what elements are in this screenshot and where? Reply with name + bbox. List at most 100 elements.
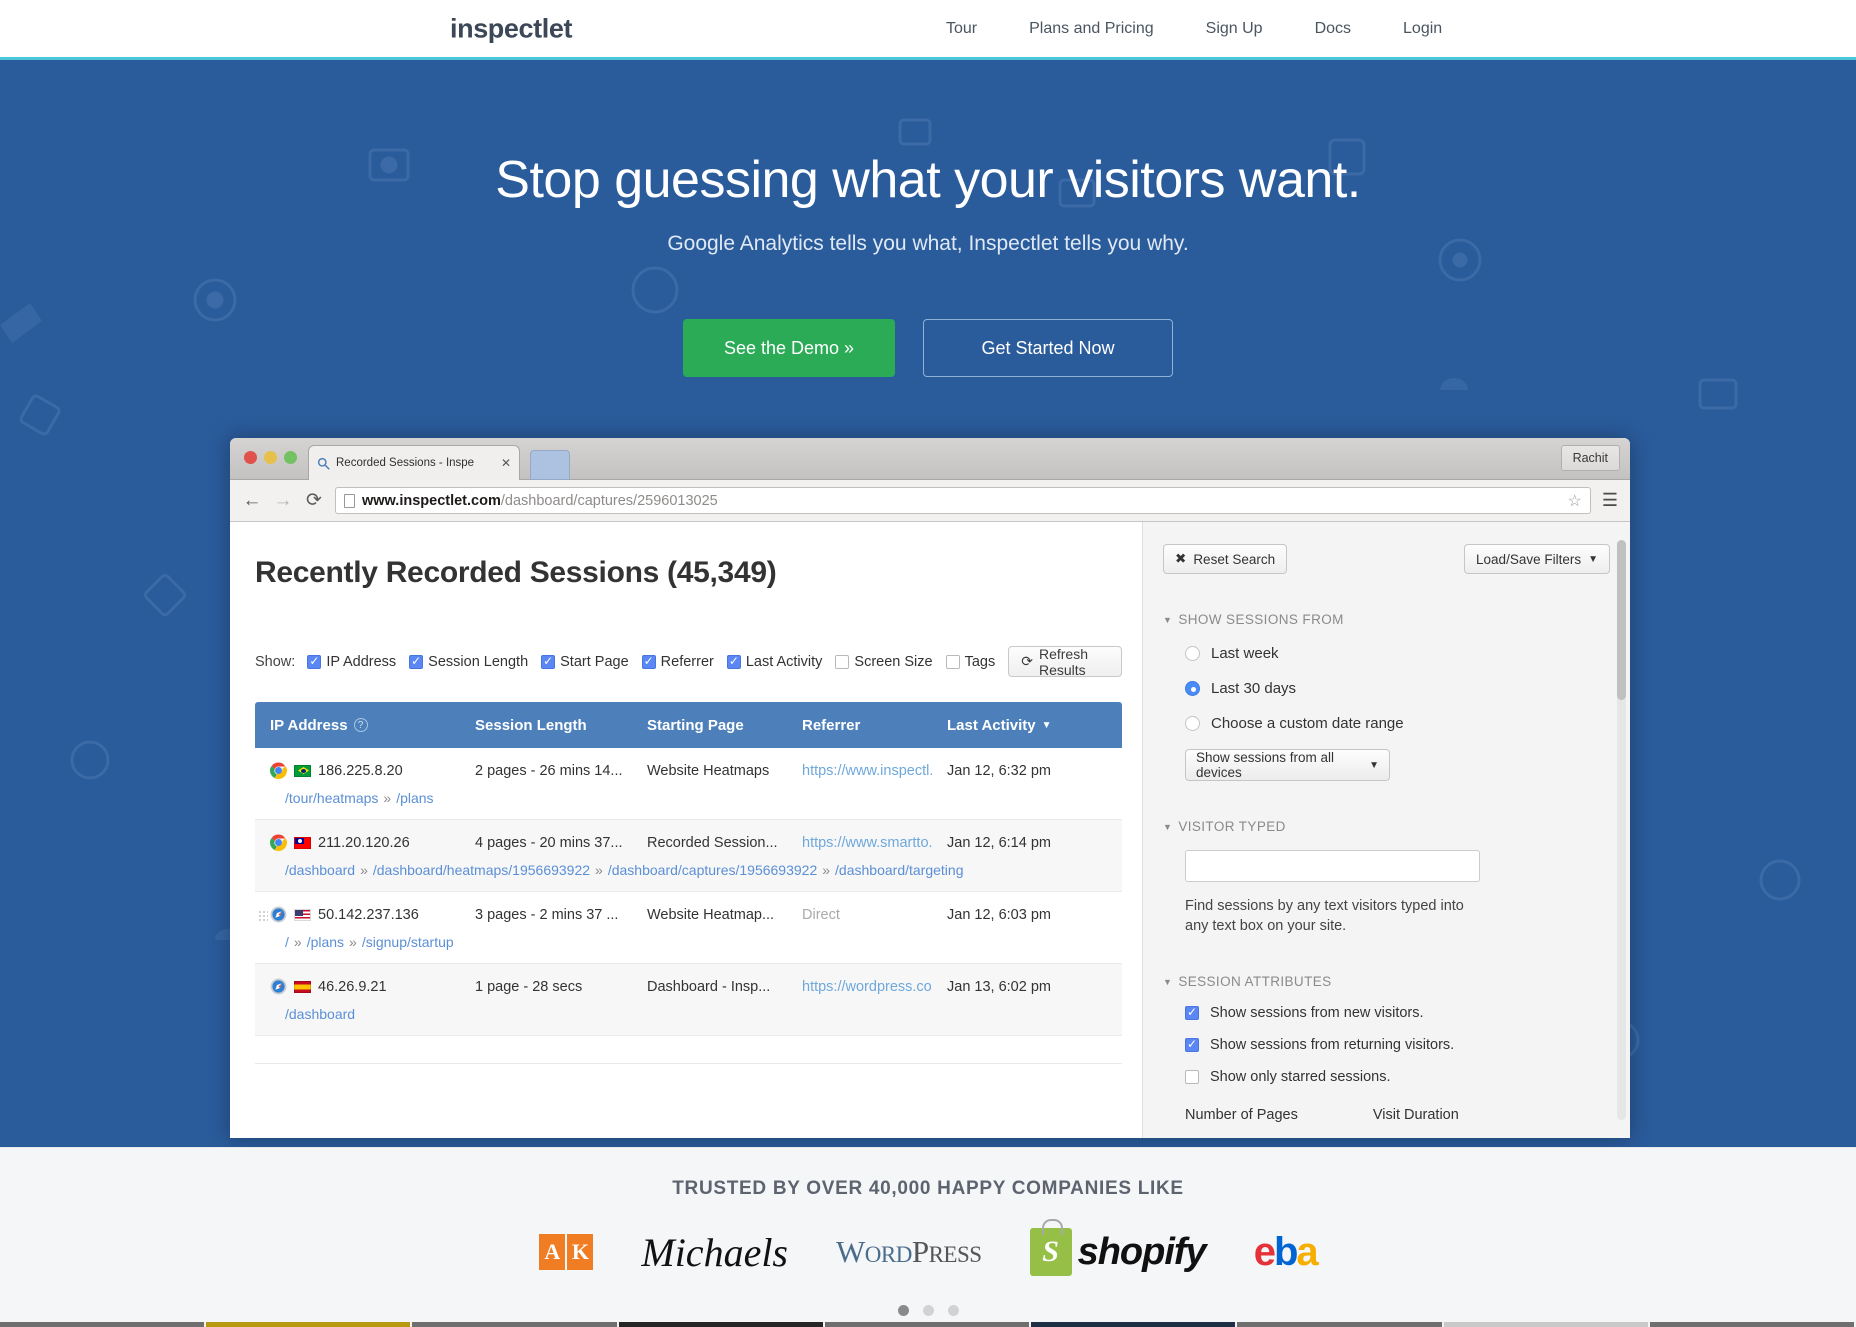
- path-separator: »: [360, 862, 368, 878]
- close-window-icon[interactable]: [244, 451, 257, 464]
- browser-forward-icon[interactable]: →: [273, 490, 293, 512]
- checkbox-icon[interactable]: [409, 654, 424, 669]
- table-row-paths: /dashboard: [255, 1006, 1122, 1022]
- radio-custom-date-range[interactable]: Choose a custom date range: [1163, 715, 1610, 732]
- carousel-dot-1[interactable]: [897, 1305, 909, 1316]
- referrer-link[interactable]: https://www.inspectl...: [802, 763, 932, 779]
- checkbox-icon[interactable]: [541, 654, 556, 669]
- tab-close-icon[interactable]: ✕: [501, 456, 511, 470]
- attribute-label: Show only starred sessions.: [1210, 1069, 1391, 1086]
- table-row[interactable]: 50.142.237.136 3 pages - 2 mins 37 ... W…: [255, 892, 1122, 964]
- device-filter-select[interactable]: Show sessions from all devices ▼: [1185, 749, 1390, 781]
- nav-link-login[interactable]: Login: [1377, 14, 1468, 44]
- show-option-last-activity[interactable]: Last Activity: [726, 654, 822, 670]
- get-started-now-button[interactable]: Get Started Now: [923, 319, 1173, 377]
- referrer-link[interactable]: https://www.smartto...: [802, 835, 932, 851]
- page-document-icon: [344, 493, 355, 508]
- checkbox-icon[interactable]: [641, 654, 656, 669]
- nav-link-tour[interactable]: Tour: [920, 14, 1003, 44]
- nav-link-sign-up[interactable]: Sign Up: [1180, 14, 1289, 44]
- cell-referrer[interactable]: https://www.inspectl...: [787, 763, 932, 779]
- column-header-ip-address[interactable]: IP Address ?: [255, 717, 460, 734]
- refresh-results-button[interactable]: ⟳ Refresh Results: [1008, 646, 1122, 678]
- radio-last-30-days[interactable]: Last 30 days: [1163, 680, 1610, 697]
- table-row[interactable]: 46.26.9.21 1 page - 28 secs Dashboard - …: [255, 964, 1122, 1036]
- show-option-referrer[interactable]: Referrer: [641, 654, 714, 670]
- minimize-window-icon[interactable]: [264, 451, 277, 464]
- bookmark-star-icon[interactable]: ☆: [1568, 491, 1582, 511]
- checkbox-icon[interactable]: [726, 654, 741, 669]
- page-title: Recently Recorded Sessions (45,349): [255, 556, 777, 589]
- path-link[interactable]: /signup/startup: [362, 934, 454, 950]
- show-option-label: Start Page: [560, 653, 629, 670]
- path-link[interactable]: /dashboard/captures/1956693922: [608, 862, 817, 878]
- url-input[interactable]: www.inspectlet.com/dashboard/captures/25…: [335, 487, 1591, 514]
- table-row-partial: [255, 1036, 1122, 1064]
- column-header-referrer[interactable]: Referrer: [787, 717, 932, 734]
- section-show-sessions-from[interactable]: ▼ SHOW SESSIONS FROM: [1163, 612, 1610, 627]
- sidebar-scrollbar-thumb[interactable]: [1617, 540, 1626, 700]
- landing-page: inspectlet Tour Plans and Pricing Sign U…: [0, 0, 1856, 1327]
- radio-last-week[interactable]: Last week: [1163, 645, 1610, 662]
- browser-menu-icon[interactable]: ☰: [1602, 490, 1618, 511]
- brand-logo[interactable]: inspectlet: [450, 13, 572, 44]
- browser-reload-icon[interactable]: ⟳: [304, 489, 324, 512]
- path-link[interactable]: /dashboard/targeting: [835, 862, 963, 878]
- show-option-screen-size[interactable]: Screen Size: [835, 654, 933, 670]
- section-visitor-typed[interactable]: ▼ VISITOR TYPED: [1163, 819, 1610, 834]
- show-option-ip-address[interactable]: IP Address: [307, 654, 396, 670]
- section-session-attributes[interactable]: ▼ SESSION ATTRIBUTES: [1163, 974, 1610, 989]
- checkbox-icon[interactable]: [945, 654, 960, 669]
- column-header-starting-page[interactable]: Starting Page: [632, 717, 787, 734]
- checkbox-icon[interactable]: [835, 654, 850, 669]
- browser-tab[interactable]: Recorded Sessions - Inspe ✕: [308, 445, 520, 480]
- radio-icon[interactable]: [1185, 681, 1200, 696]
- column-header-session-length[interactable]: Session Length: [460, 717, 632, 734]
- checkbox-icon[interactable]: [1185, 1037, 1199, 1053]
- cell-starting-page: Website Heatmaps: [647, 762, 770, 779]
- reset-search-button[interactable]: ✖ Reset Search: [1163, 544, 1288, 574]
- path-link[interactable]: /tour/heatmaps: [285, 790, 378, 806]
- maximize-window-icon[interactable]: [284, 451, 297, 464]
- checkbox-icon[interactable]: [1185, 1005, 1199, 1021]
- path-link[interactable]: /plans: [396, 790, 433, 806]
- load-save-filters-button[interactable]: Load/Save Filters ▼: [1464, 544, 1610, 574]
- show-option-session-length[interactable]: Session Length: [409, 654, 528, 670]
- path-link[interactable]: /dashboard: [285, 1006, 355, 1022]
- cell-referrer[interactable]: https://www.smartto...: [787, 835, 932, 851]
- checkbox-icon[interactable]: [1185, 1070, 1199, 1085]
- carousel-dot-3[interactable]: [947, 1305, 959, 1316]
- table-row[interactable]: 211.20.120.26 4 pages - 20 mins 37... Re…: [255, 820, 1122, 892]
- browser-profile-button[interactable]: Rachit: [1560, 445, 1620, 471]
- column-header-last-activity[interactable]: Last Activity ▼: [932, 717, 1122, 734]
- help-icon[interactable]: ?: [353, 718, 368, 732]
- new-tab-button[interactable]: [530, 450, 570, 480]
- carousel-dot-2[interactable]: [922, 1305, 934, 1316]
- path-link[interactable]: /dashboard/heatmaps/1956693922: [373, 862, 590, 878]
- url-text: www.inspectlet.com/dashboard/captures/25…: [362, 493, 718, 509]
- attribute-returning-visitors[interactable]: Show sessions from returning visitors.: [1163, 1037, 1610, 1053]
- radio-icon[interactable]: [1185, 716, 1200, 731]
- browser-back-icon[interactable]: ←: [242, 490, 262, 512]
- show-option-start-page[interactable]: Start Page: [541, 654, 629, 670]
- trusted-by-heading: TRUSTED BY OVER 40,000 HAPPY COMPANIES L…: [672, 1178, 1184, 1199]
- path-link[interactable]: /dashboard: [285, 862, 355, 878]
- drag-handle[interactable]: [258, 910, 268, 922]
- cell-referrer[interactable]: https://wordpress.co...: [787, 979, 932, 995]
- table-row[interactable]: 186.225.8.20 2 pages - 26 mins 14... Web…: [255, 748, 1122, 820]
- show-option-tags[interactable]: Tags: [945, 654, 995, 670]
- nav-link-plans-and-pricing[interactable]: Plans and Pricing: [1003, 14, 1180, 44]
- attribute-starred-sessions[interactable]: Show only starred sessions.: [1163, 1069, 1610, 1085]
- sort-descending-icon[interactable]: ▼: [1042, 720, 1052, 731]
- radio-icon[interactable]: [1185, 646, 1200, 661]
- see-the-demo-button[interactable]: See the Demo »: [683, 319, 895, 377]
- nav-link-docs[interactable]: Docs: [1289, 14, 1377, 44]
- referrer-link[interactable]: https://wordpress.co...: [802, 979, 932, 995]
- checkbox-icon[interactable]: [307, 654, 322, 669]
- visitor-typed-input[interactable]: [1185, 850, 1480, 882]
- path-link[interactable]: /: [285, 934, 289, 950]
- number-of-pages-label: Number of Pages: [1185, 1107, 1298, 1124]
- path-link[interactable]: /plans: [307, 934, 344, 950]
- cell-ip-address: 186.225.8.20: [255, 762, 460, 779]
- attribute-new-visitors[interactable]: Show sessions from new visitors.: [1163, 1005, 1610, 1021]
